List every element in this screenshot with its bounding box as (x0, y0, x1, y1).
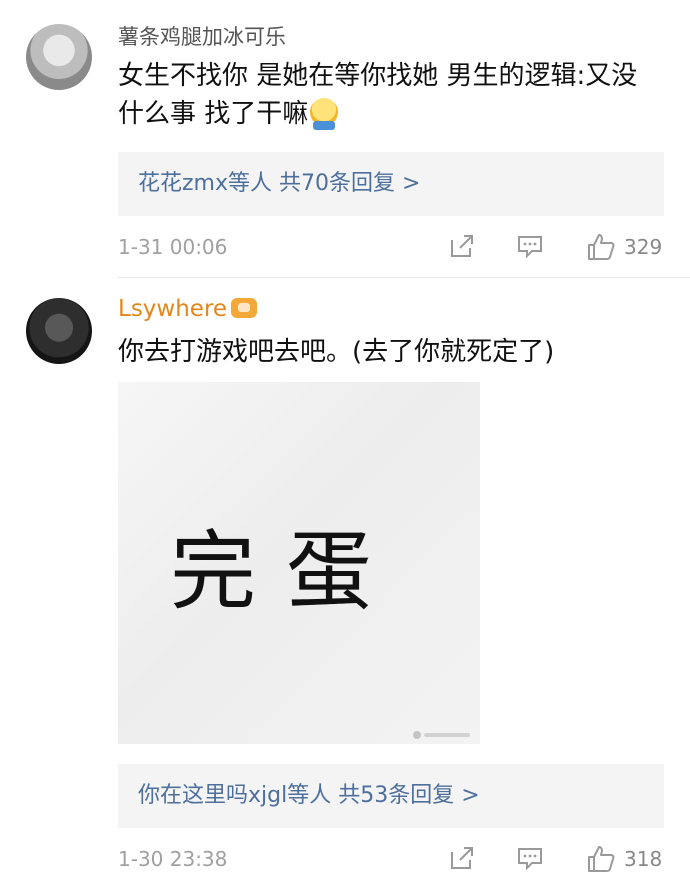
like-button[interactable]: 318 (586, 844, 666, 874)
username[interactable]: Lsywhere (118, 296, 258, 322)
comment-text-body: 女生不找你 是她在等你找她 男生的逻辑:又没什么事 找了干嘛 (118, 61, 638, 129)
vip-crown-icon (231, 297, 258, 318)
timestamp: 1-30 23:38 (118, 847, 228, 871)
timestamp: 1-31 00:06 (118, 235, 228, 259)
like-count: 318 (624, 847, 663, 871)
comment-item: Lsywhere 你去打游戏吧去吧。(去了你就死定了) 完蛋 你在这里吗xjgl… (0, 278, 690, 891)
comment-item: 薯条鸡腿加冰可乐 女生不找你 是她在等你找她 男生的逻辑:又没什么事 找了干嘛 … (0, 0, 690, 278)
hug-emoji-icon (310, 98, 339, 130)
like-count: 329 (624, 235, 663, 259)
comment-meta: 1-31 00:06 329 (118, 232, 666, 262)
reply-summary-link[interactable]: 你在这里吗xjgl等人 共53条回复 > (118, 764, 664, 828)
comment-meta: 1-30 23:38 318 (118, 844, 666, 874)
comment-text: 你去打游戏吧去吧。(去了你就死定了) (118, 337, 555, 367)
avatar[interactable] (26, 24, 92, 90)
share-icon[interactable] (448, 844, 476, 874)
share-icon[interactable] (448, 232, 476, 262)
comment-icon[interactable] (516, 844, 544, 874)
reply-summary-link[interactable]: 花花zmx等人 共70条回复 > (118, 152, 664, 216)
username-text: Lsywhere (118, 296, 228, 322)
comment-text: 女生不找你 是她在等你找她 男生的逻辑:又没什么事 找了干嘛 (118, 57, 650, 133)
avatar[interactable] (26, 298, 92, 364)
thumbs-up-icon (588, 846, 615, 872)
image-watermark (412, 730, 472, 740)
comment-image[interactable]: 完蛋 (118, 382, 480, 744)
image-text: 完蛋 (170, 522, 402, 622)
like-button[interactable]: 329 (586, 232, 666, 262)
thumbs-up-icon (588, 234, 615, 260)
username[interactable]: 薯条鸡腿加冰可乐 (118, 24, 286, 50)
comment-icon[interactable] (516, 232, 544, 262)
